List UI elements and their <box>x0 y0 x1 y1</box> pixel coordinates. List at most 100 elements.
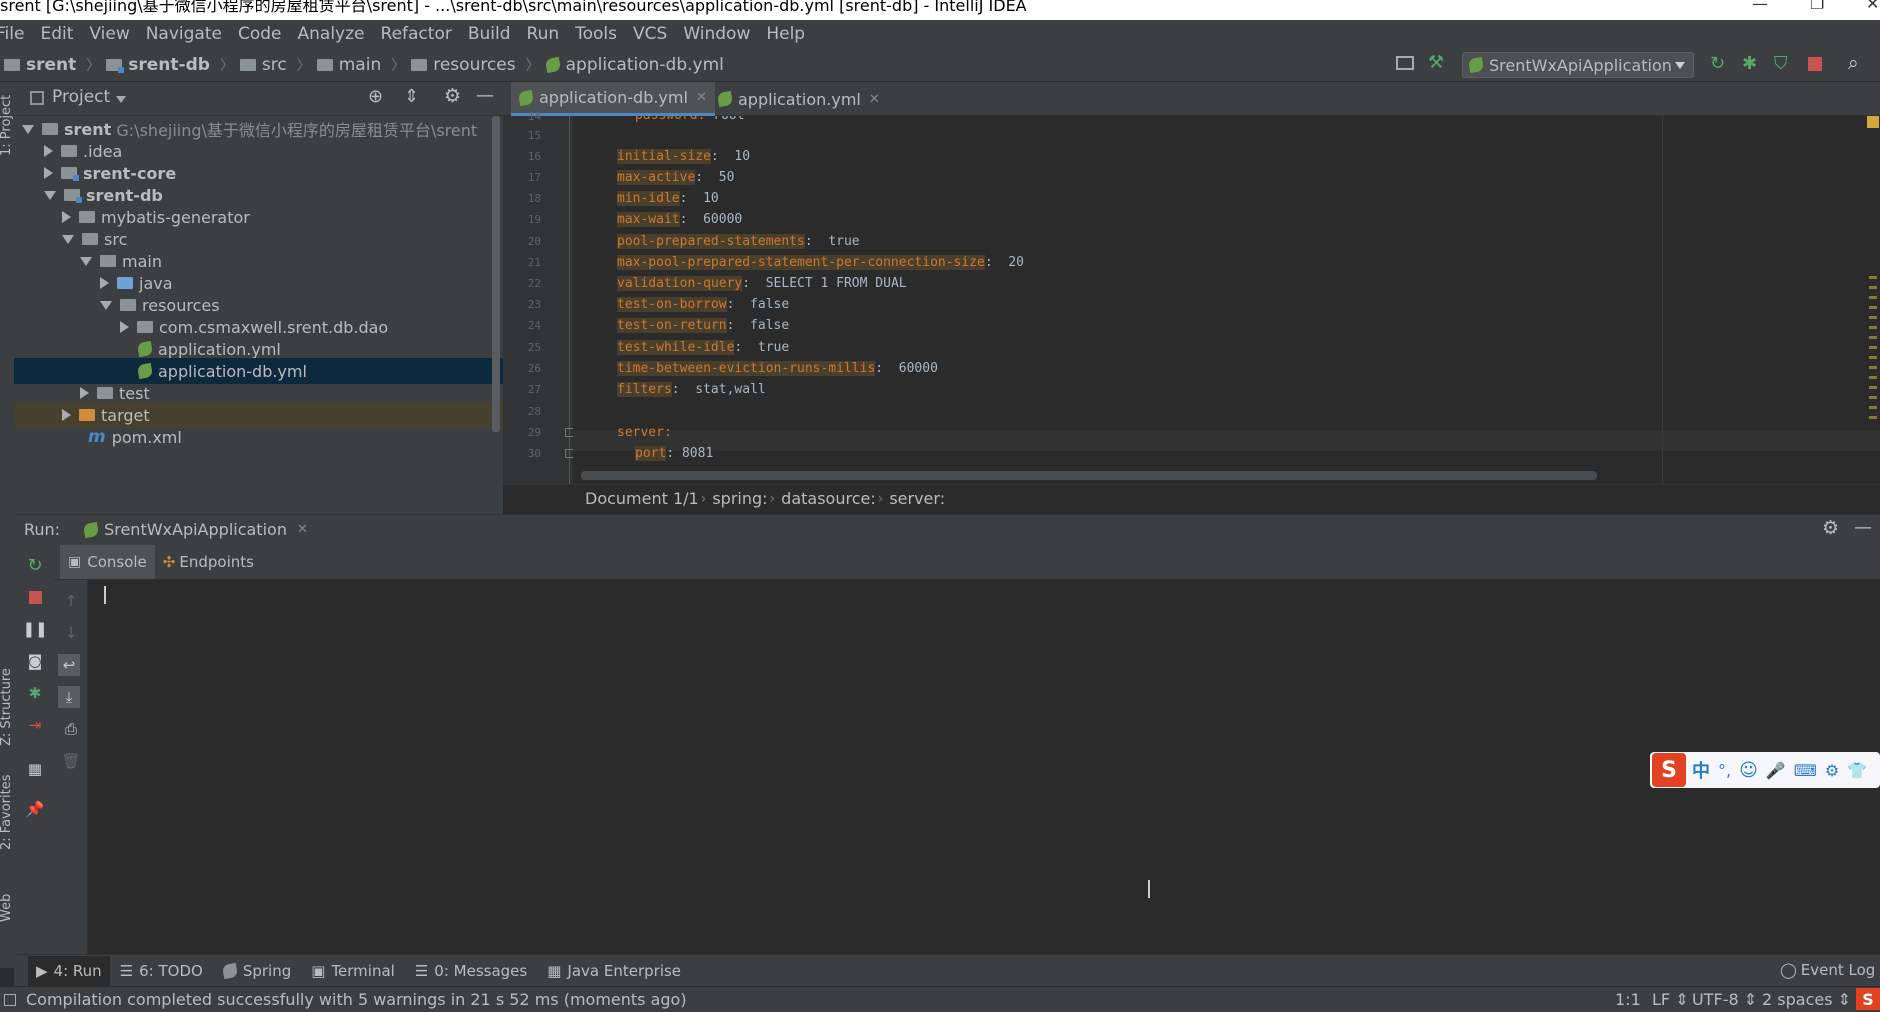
hide-panel-icon[interactable]: — <box>1854 517 1872 538</box>
close-tab-icon[interactable]: ✕ <box>869 92 880 107</box>
breadcrumb-srent-db[interactable]: srent-db <box>106 55 210 75</box>
sogou-tray-icon[interactable]: S <box>1856 988 1880 1010</box>
menu-vcs[interactable]: VCS <box>633 24 667 44</box>
scrollbar[interactable] <box>492 116 500 432</box>
status-message[interactable]: Compilation completed successfully with … <box>26 990 687 1009</box>
tree-item-label: mybatis-generator <box>101 207 250 227</box>
breadcrumb-file[interactable]: application-db.yml <box>544 54 724 75</box>
emoji-icon[interactable]: ☺ <box>1739 760 1758 781</box>
keyboard-icon[interactable]: ⌨ <box>1794 761 1817 780</box>
inspection-warning-icon[interactable] <box>1867 116 1879 128</box>
tool-todo[interactable]: ☰ 6: TODO <box>110 962 213 980</box>
tool-terminal[interactable]: ▣ Terminal <box>301 962 405 980</box>
tab-application-yml[interactable]: application.yml ✕ <box>710 82 888 116</box>
menu-navigate[interactable]: Navigate <box>146 24 222 44</box>
pin-icon[interactable]: 📌 <box>24 798 46 820</box>
scroll-to-end-icon[interactable]: ⤓ <box>58 686 80 708</box>
breadcrumb-label: application-db.yml <box>565 54 724 75</box>
skin-icon[interactable]: 👕 <box>1847 761 1867 780</box>
close-tab-icon[interactable]: ✕ <box>696 90 707 105</box>
indent-setting[interactable]: 2 spaces ⇕ <box>1762 990 1851 1009</box>
side-tab-structure[interactable]: Z: Structure <box>0 668 14 746</box>
debug-bug-icon[interactable]: ✱ <box>1742 53 1757 74</box>
run-configuration-select[interactable]: SrentWxApiApplication <box>1462 52 1694 78</box>
line-separator[interactable]: LF ⇕ <box>1652 990 1689 1009</box>
layout-icon[interactable]: ▦ <box>24 758 46 780</box>
caret-position[interactable]: 1:1 <box>1615 990 1641 1009</box>
minimize-icon[interactable]: — <box>1752 0 1768 12</box>
tools-icon[interactable]: ⚙ <box>1825 761 1839 780</box>
camera-icon[interactable]: ◙ <box>24 650 46 672</box>
menu-tools[interactable]: Tools <box>575 24 617 44</box>
stop-icon[interactable] <box>1808 57 1822 71</box>
build-hammer-icon[interactable]: ⚒ <box>1428 52 1444 73</box>
close-tab-icon[interactable]: ✕ <box>297 522 308 537</box>
menu-refactor[interactable]: Refactor <box>381 24 452 44</box>
side-tab-web[interactable]: Web <box>0 894 14 922</box>
ime-mode-label[interactable]: 中 <box>1692 757 1710 783</box>
tool-java-enterprise[interactable]: ▦ Java Enterprise <box>537 962 691 980</box>
menu-file[interactable]: File <box>0 24 24 44</box>
locate-icon[interactable]: ⊕ <box>368 86 383 107</box>
menu-code[interactable]: Code <box>238 24 282 44</box>
tool-run[interactable]: ▶ 4: Run <box>28 955 110 986</box>
editor-breadcrumb-spring[interactable]: spring: <box>712 489 767 508</box>
hide-panel-icon[interactable]: — <box>476 85 494 106</box>
restore-icon[interactable]: ❐ <box>1810 0 1824 12</box>
code-editor[interactable]: password: root initial-size: 10 max-acti… <box>573 116 1880 484</box>
rerun-icon[interactable]: ↻ <box>1710 53 1725 74</box>
debug-bug-icon[interactable]: ✱ <box>24 682 46 704</box>
tab-application-db-yml[interactable]: application-db.yml ✕ <box>511 82 715 116</box>
soft-wrap-icon[interactable]: ↩ <box>58 654 80 676</box>
exit-icon[interactable]: ⇥ <box>24 714 46 736</box>
search-icon[interactable]: ⌕ <box>1848 52 1859 74</box>
menu-edit[interactable]: Edit <box>40 24 73 44</box>
horizontal-scrollbar[interactable] <box>581 471 1597 480</box>
breadcrumb-src[interactable]: src <box>239 55 287 75</box>
console-output[interactable] <box>88 580 1880 954</box>
up-arrow-icon[interactable]: ↑ <box>60 590 82 612</box>
trash-icon[interactable]: 🗑 <box>60 750 82 772</box>
layout-icon[interactable] <box>1396 56 1414 70</box>
menu-build[interactable]: Build <box>468 24 511 44</box>
stop-button[interactable] <box>24 586 46 608</box>
toggle-tool-windows-icon[interactable] <box>4 993 16 1006</box>
gear-icon[interactable]: ⚙ <box>1822 517 1839 539</box>
tool-messages[interactable]: ☰ 0: Messages <box>405 962 537 980</box>
punctuation-icon[interactable]: °, <box>1718 761 1731 780</box>
breadcrumb-srent[interactable]: srent <box>4 55 76 75</box>
tool-spring[interactable]: Spring <box>213 962 301 980</box>
down-arrow-icon[interactable]: ↓ <box>60 622 82 644</box>
collapse-all-icon[interactable]: ⇕ <box>404 86 419 107</box>
breadcrumb-main[interactable]: main <box>316 55 381 75</box>
editor-breadcrumb-datasource[interactable]: datasource: <box>781 489 876 508</box>
ime-toolbar[interactable]: S 中 °, ☺ 🎤 ⌨ ⚙ 👕 <box>1650 752 1880 788</box>
run-tab-label[interactable]: SrentWxApiApplication <box>104 520 287 539</box>
expand-arrow-icon <box>22 124 34 134</box>
tab-endpoints[interactable]: ✣ Endpoints <box>155 545 262 579</box>
tab-console[interactable]: ▣ Console <box>60 544 155 579</box>
chevron-down-icon[interactable] <box>116 96 126 103</box>
menu-view[interactable]: View <box>89 24 129 44</box>
run-toolbar: ↻ ❚❚ ◙ ✱ ⇥ ▦ 📌 <box>14 544 54 954</box>
file-encoding[interactable]: UTF-8 ⇕ <box>1692 990 1757 1009</box>
print-icon[interactable]: ⎙ <box>60 718 82 740</box>
microphone-icon[interactable]: 🎤 <box>1766 761 1786 780</box>
side-tab-favorites[interactable]: 2: Favorites <box>0 774 14 850</box>
project-panel-title[interactable]: Project <box>52 87 110 107</box>
rerun-icon[interactable]: ↻ <box>24 554 46 576</box>
pause-icon[interactable]: ❚❚ <box>22 618 47 640</box>
side-tab-project[interactable]: 1: Project <box>0 95 14 156</box>
editor-breadcrumb-server[interactable]: server: <box>889 489 945 508</box>
close-icon[interactable]: ✕ <box>1866 0 1879 12</box>
menu-run[interactable]: Run <box>527 24 560 44</box>
menu-help[interactable]: Help <box>766 24 805 44</box>
breadcrumb-resources[interactable]: resources <box>411 55 516 75</box>
menu-window[interactable]: Window <box>683 24 750 44</box>
gear-icon[interactable]: ⚙ <box>444 85 461 107</box>
coverage-icon[interactable]: ⛉ <box>1774 53 1788 74</box>
tree-item-pom[interactable]: m pom.xml <box>14 424 489 450</box>
menu-analyze[interactable]: Analyze <box>298 24 365 44</box>
editor-breadcrumb-document[interactable]: Document 1/1 <box>585 489 699 508</box>
tool-event-log[interactable]: ◯ Event Log <box>1780 961 1875 979</box>
